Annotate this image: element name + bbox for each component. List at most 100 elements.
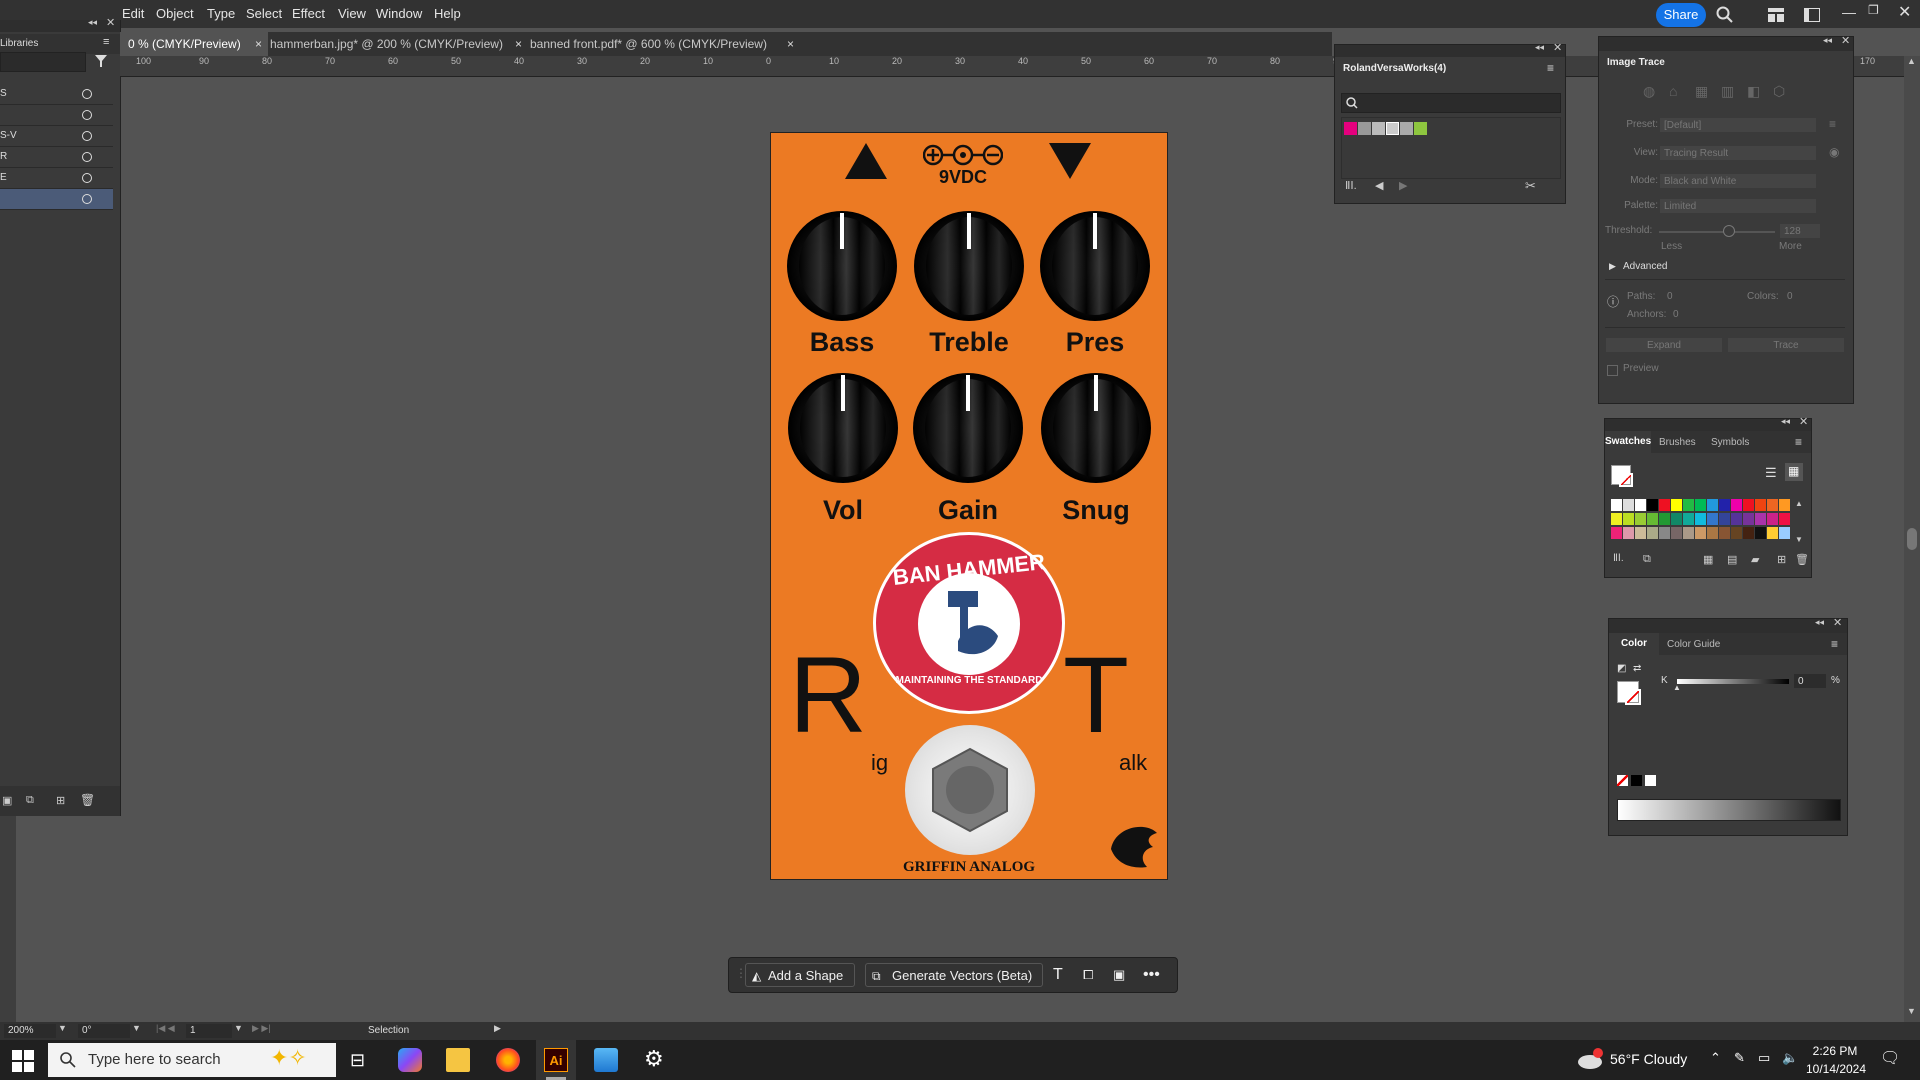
share-button[interactable]: Share [1656, 3, 1706, 27]
windows-start-icon[interactable] [12, 1050, 34, 1072]
swatch[interactable] [1344, 122, 1357, 135]
black-white-icon[interactable]: ◧ [1747, 83, 1760, 100]
bass-knob[interactable] [787, 211, 897, 321]
swatch[interactable] [1372, 122, 1385, 135]
swatch[interactable] [1767, 499, 1778, 511]
high-color-icon[interactable]: ⌂ [1669, 83, 1677, 99]
menu-effect[interactable]: Effect [292, 6, 325, 21]
trash-icon[interactable]: 🗑 [1795, 553, 1809, 566]
swatch[interactable] [1611, 513, 1622, 525]
layer-row-selected[interactable] [0, 189, 113, 210]
k-value-field[interactable]: 0 [1793, 673, 1827, 689]
gain-knob[interactable] [913, 373, 1023, 483]
task-view-icon[interactable]: ⊟ [350, 1050, 365, 1071]
collapse-icon[interactable]: ◂◂ [1535, 42, 1544, 53]
tab-brushes[interactable]: Brushes [1659, 437, 1696, 448]
trash-icon[interactable]: 🗑 [80, 793, 95, 807]
prev-icon[interactable]: ◀ [1375, 179, 1383, 192]
collapse-icon[interactable]: ◂◂ [1815, 617, 1824, 628]
menu-window[interactable]: Window [376, 6, 422, 21]
scroll-up-icon[interactable]: ▲ [1907, 56, 1916, 66]
scroll-up-icon[interactable]: ▲ [1795, 499, 1803, 508]
color-group-icon[interactable]: ▤ [1727, 553, 1737, 566]
low-color-icon[interactable]: ▦ [1695, 83, 1708, 100]
pen-icon[interactable]: ✎ [1734, 1050, 1745, 1066]
tab-swatches[interactable]: Swatches [1605, 431, 1651, 453]
next-icon[interactable]: ▶ [1399, 179, 1407, 192]
close-icon[interactable]: ✕ [106, 16, 115, 29]
swatch[interactable] [1731, 513, 1742, 525]
swatch[interactable] [1683, 499, 1694, 511]
artboard-field[interactable]: 1 [186, 1024, 232, 1038]
status-menu-icon[interactable]: ▶ [494, 1023, 501, 1034]
menu-help[interactable]: Help [434, 6, 461, 21]
default-colors-icon[interactable]: ◩ [1617, 663, 1626, 674]
minimize-icon[interactable]: — [1842, 4, 1856, 20]
swatch[interactable] [1779, 527, 1790, 539]
chevron-down-icon[interactable]: ▼ [132, 1023, 141, 1033]
panel-menu-icon[interactable]: ≡ [1795, 435, 1802, 449]
tab-color-guide[interactable]: Color Guide [1667, 639, 1720, 650]
add-shape-button[interactable]: ◭ Add a Shape [745, 963, 855, 987]
chevron-down-icon[interactable]: ▼ [58, 1023, 67, 1033]
collapse-icon[interactable]: ◂◂ [1781, 416, 1790, 427]
view-select[interactable]: Tracing Result [1659, 145, 1817, 161]
layer-row[interactable]: R [0, 147, 113, 168]
swatch[interactable] [1683, 513, 1694, 525]
swatch[interactable] [1683, 527, 1694, 539]
visibility-icon[interactable] [82, 152, 92, 162]
unlink-icon[interactable]: ✂ [1525, 178, 1536, 194]
swatch[interactable] [1647, 513, 1658, 525]
close-icon[interactable]: ✕ [1841, 34, 1850, 47]
black-color-swatch[interactable] [1631, 775, 1642, 786]
preset-select[interactable]: [Default] [1659, 117, 1817, 133]
illustrator-taskbar-button[interactable]: Ai [536, 1040, 576, 1080]
new-swatch-icon[interactable]: ⊞ [1777, 553, 1786, 566]
swatch[interactable] [1767, 527, 1778, 539]
last-artboard-icon[interactable]: ▶ ▶| [252, 1023, 271, 1034]
chevron-down-icon[interactable]: ▼ [234, 1023, 243, 1033]
swatch[interactable] [1755, 499, 1766, 511]
swatch[interactable] [1659, 527, 1670, 539]
collect-icon[interactable]: ▣ [2, 794, 12, 807]
swatch[interactable] [1386, 122, 1399, 135]
close-icon[interactable]: × [787, 32, 794, 56]
new-layer-icon[interactable]: ⊞ [56, 794, 65, 807]
swatch[interactable] [1623, 527, 1634, 539]
threshold-slider-handle[interactable] [1723, 225, 1735, 237]
more-icon[interactable]: ••• [1143, 963, 1160, 987]
roland-search-input[interactable] [1341, 93, 1561, 113]
swatch[interactable] [1743, 527, 1754, 539]
zoom-field[interactable]: 200% [4, 1024, 56, 1038]
swatch[interactable] [1414, 122, 1427, 135]
weather-cloud-icon[interactable] [1576, 1048, 1604, 1070]
swatch[interactable] [1779, 513, 1790, 525]
network-icon[interactable]: ▭ [1758, 1050, 1770, 1066]
swatch[interactable] [1635, 499, 1646, 511]
image-icon[interactable]: ▣ [1113, 963, 1125, 987]
swatch[interactable] [1755, 513, 1766, 525]
visibility-icon[interactable] [82, 173, 92, 183]
layer-row[interactable]: S-V [0, 126, 113, 147]
photos-icon[interactable] [594, 1048, 618, 1072]
show-kinds-icon[interactable]: ⧉ [1643, 553, 1651, 566]
tab-color[interactable]: Color [1609, 633, 1659, 655]
tab-hammerban[interactable]: hammerban.jpg* @ 200 % (CMYK/Preview) × [262, 32, 528, 56]
taskbar-search-box[interactable]: Type here to search ✦✧ [48, 1043, 336, 1077]
swatch[interactable] [1719, 513, 1730, 525]
swatch[interactable] [1358, 122, 1371, 135]
threshold-slider[interactable] [1659, 231, 1775, 233]
scroll-thumb[interactable] [1907, 528, 1917, 550]
swatch[interactable] [1623, 499, 1634, 511]
tab-document-1[interactable]: 0 % (CMYK/Preview) × [120, 32, 268, 56]
workspace-icon[interactable] [1804, 8, 1820, 22]
advanced-toggle[interactable]: Advanced [1623, 261, 1667, 272]
artboard-icon[interactable]: ⧠ [1083, 963, 1093, 987]
disclosure-icon[interactable]: ▶ [1609, 261, 1616, 272]
grayscale-icon[interactable]: ▥ [1721, 83, 1734, 100]
collapse-icon[interactable]: ◂◂ [88, 17, 97, 28]
swatch[interactable] [1755, 527, 1766, 539]
swatch[interactable] [1671, 499, 1682, 511]
swatch[interactable] [1671, 513, 1682, 525]
notifications-icon[interactable]: 🗨 [1880, 1048, 1900, 1068]
